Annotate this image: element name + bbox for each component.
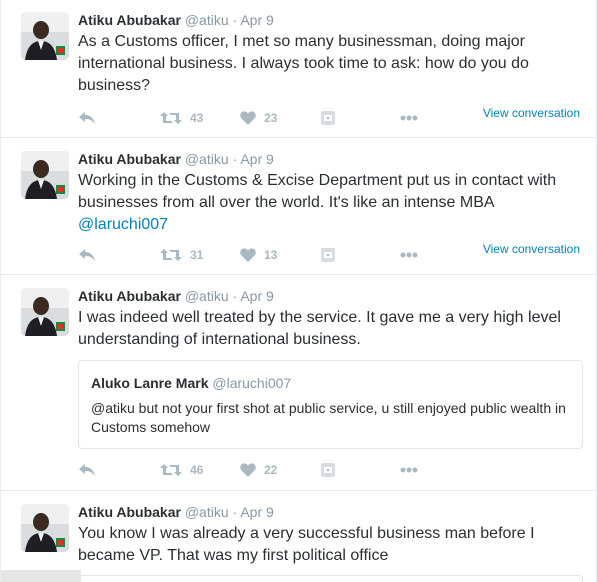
timestamp[interactable]: Apr 9 bbox=[240, 504, 273, 520]
author-handle[interactable]: @atiku bbox=[185, 288, 229, 304]
tweet-text: I was indeed well treated by the service… bbox=[78, 309, 561, 348]
retweet-button[interactable]: 31 bbox=[160, 245, 203, 265]
timeline: Atiku Abubakar @atiku · Apr 9 As a Custo… bbox=[0, 0, 597, 582]
more-dots-icon bbox=[400, 252, 418, 258]
reply-icon bbox=[78, 111, 96, 125]
timestamp[interactable]: Apr 9 bbox=[240, 151, 273, 167]
reply-icon bbox=[78, 463, 96, 477]
avatar[interactable] bbox=[21, 288, 69, 336]
separator: · bbox=[232, 504, 238, 520]
like-button[interactable]: 23 bbox=[240, 108, 277, 128]
reply-button[interactable] bbox=[78, 108, 96, 128]
quoted-tweet-text: @atiku but not your first shot at public… bbox=[91, 400, 566, 435]
like-count: 23 bbox=[264, 111, 278, 125]
quoted-tweet[interactable]: Aluko Lanre Mark @laruchi007 @atiku but … bbox=[78, 360, 583, 449]
media-icon bbox=[321, 248, 335, 262]
author-handle[interactable]: @atiku bbox=[185, 504, 229, 520]
quoted-author-handle: @laruchi007 bbox=[212, 375, 292, 391]
separator: · bbox=[232, 151, 238, 167]
author-name[interactable]: Atiku Abubakar bbox=[78, 12, 181, 28]
media-button[interactable] bbox=[321, 245, 335, 265]
separator: · bbox=[232, 288, 238, 304]
retweet-count: 43 bbox=[190, 111, 204, 125]
like-count: 22 bbox=[264, 463, 278, 477]
tweet[interactable]: Atiku Abubakar @atiku · Apr 9 You know I… bbox=[1, 492, 596, 582]
tweet[interactable]: Atiku Abubakar @atiku · Apr 9 I was inde… bbox=[1, 276, 596, 491]
heart-icon bbox=[240, 111, 256, 125]
retweet-icon bbox=[160, 248, 182, 262]
like-button[interactable]: 22 bbox=[240, 460, 277, 480]
avatar[interactable] bbox=[21, 504, 69, 552]
heart-icon bbox=[240, 463, 256, 477]
like-count: 13 bbox=[264, 248, 278, 262]
tweet-header: Atiku Abubakar @atiku · Apr 9 bbox=[78, 11, 274, 29]
more-dots-icon bbox=[400, 115, 418, 121]
tweet-header: Atiku Abubakar @atiku · Apr 9 bbox=[78, 503, 274, 521]
heart-icon bbox=[240, 248, 256, 262]
retweet-icon bbox=[160, 111, 182, 125]
quoted-tweet[interactable] bbox=[78, 575, 583, 582]
tweet[interactable]: Atiku Abubakar @atiku · Apr 9 Working in… bbox=[1, 139, 596, 275]
author-handle[interactable]: @atiku bbox=[185, 12, 229, 28]
avatar[interactable] bbox=[21, 151, 69, 199]
more-button[interactable] bbox=[400, 460, 418, 480]
separator: · bbox=[232, 12, 238, 28]
tweet-text: You know I was already a very successful… bbox=[78, 525, 535, 564]
tweet-text: As a Customs officer, I met so many busi… bbox=[78, 33, 529, 94]
media-icon bbox=[321, 111, 335, 125]
view-conversation-link[interactable]: View conversation bbox=[483, 242, 580, 256]
media-button[interactable] bbox=[321, 460, 335, 480]
retweet-button[interactable]: 46 bbox=[160, 460, 203, 480]
author-name[interactable]: Atiku Abubakar bbox=[78, 504, 181, 520]
tweet-actions: 46 22 bbox=[78, 460, 596, 480]
scrollbar-corner bbox=[1, 570, 81, 582]
author-name[interactable]: Atiku Abubakar bbox=[78, 151, 181, 167]
tweet-text: Working in the Customs & Excise Departme… bbox=[78, 170, 583, 236]
mention-link[interactable]: @laruchi007 bbox=[78, 216, 168, 233]
more-dots-icon bbox=[400, 467, 418, 473]
tweet-header: Atiku Abubakar @atiku · Apr 9 bbox=[78, 287, 274, 305]
tweet[interactable]: Atiku Abubakar @atiku · Apr 9 As a Custo… bbox=[1, 0, 596, 138]
view-conversation-link[interactable]: View conversation bbox=[483, 106, 580, 120]
reply-button[interactable] bbox=[78, 460, 96, 480]
retweet-button[interactable]: 43 bbox=[160, 108, 203, 128]
like-button[interactable]: 13 bbox=[240, 245, 277, 265]
quoted-tweet-header: Aluko Lanre Mark @laruchi007 bbox=[91, 375, 291, 391]
retweet-icon bbox=[160, 463, 182, 477]
more-button[interactable] bbox=[400, 108, 418, 128]
author-handle[interactable]: @atiku bbox=[185, 151, 229, 167]
media-button[interactable] bbox=[321, 108, 335, 128]
tweet-body: Working in the Customs & Excise Departme… bbox=[78, 172, 557, 211]
timestamp[interactable]: Apr 9 bbox=[240, 288, 273, 304]
retweet-count: 31 bbox=[190, 248, 204, 262]
timestamp[interactable]: Apr 9 bbox=[240, 12, 273, 28]
reply-icon bbox=[78, 248, 96, 262]
more-button[interactable] bbox=[400, 245, 418, 265]
author-name[interactable]: Atiku Abubakar bbox=[78, 288, 181, 304]
media-icon bbox=[321, 463, 335, 477]
quoted-author-name: Aluko Lanre Mark bbox=[91, 375, 209, 391]
avatar[interactable] bbox=[21, 12, 69, 60]
reply-button[interactable] bbox=[78, 245, 96, 265]
tweet-header: Atiku Abubakar @atiku · Apr 9 bbox=[78, 150, 274, 168]
retweet-count: 46 bbox=[190, 463, 204, 477]
